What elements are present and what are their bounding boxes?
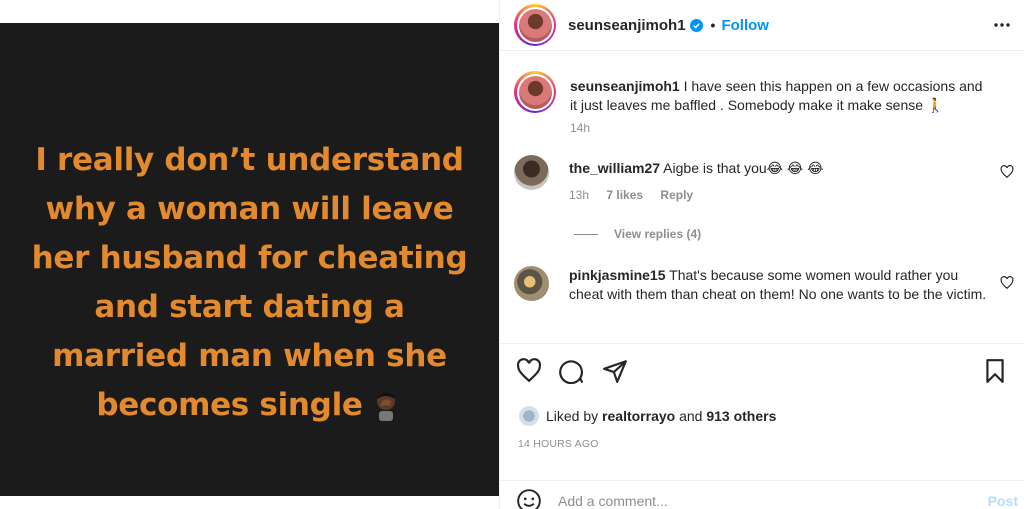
- comment-text: Aigbe is that you😂 😂 😂: [663, 160, 824, 176]
- comment-item: pinkjasmine15 That's because some women …: [514, 266, 1014, 304]
- comment-meta: 13h 7 likes Reply: [569, 186, 824, 205]
- caption-avatar[interactable]: [514, 71, 556, 113]
- post-quote: I really don’t understand why a woman wi…: [20, 136, 480, 430]
- quote-line: why a woman will leave: [45, 190, 454, 227]
- likes-and: and: [679, 408, 703, 424]
- emoji-smile-icon[interactable]: [516, 488, 542, 509]
- man-facepalming-icon: [376, 391, 395, 421]
- likes-prefix: Liked by: [546, 408, 599, 424]
- header-separator: •: [710, 17, 716, 33]
- comments-list[interactable]: seunseanjimoh1 I have seen this happen o…: [500, 51, 1024, 344]
- author-info: seunseanjimoh1 • Follow: [568, 17, 769, 34]
- add-comment-bar: Add a comment... Post: [500, 480, 1024, 509]
- liker-username[interactable]: realtorrayo: [602, 408, 675, 424]
- author-username[interactable]: seunseanjimoh1: [568, 17, 686, 34]
- quote-line: I really don’t understand: [35, 141, 464, 178]
- commenter-avatar[interactable]: [514, 266, 549, 301]
- share-paper-plane-icon[interactable]: [602, 358, 628, 384]
- post-image[interactable]: I really don’t understand why a woman wi…: [0, 0, 499, 509]
- view-replies-button[interactable]: View replies (4): [574, 227, 1010, 241]
- author-avatar[interactable]: [514, 4, 556, 46]
- comment-bubble-icon[interactable]: [558, 358, 584, 384]
- liker-avatar[interactable]: [518, 405, 540, 427]
- post-timestamp[interactable]: 14 HOURS AGO: [518, 438, 599, 450]
- like-heart-icon[interactable]: [516, 358, 542, 384]
- post-image-background: I really don’t understand why a woman wi…: [0, 23, 499, 496]
- quote-line: married man when she: [52, 337, 447, 374]
- view-replies-label: View replies (4): [614, 227, 702, 241]
- quote-line: becomes single: [96, 386, 363, 423]
- reply-button[interactable]: Reply: [660, 188, 693, 202]
- quote-line: and start dating a: [94, 288, 405, 325]
- caption: seunseanjimoh1 I have seen this happen o…: [514, 71, 1010, 138]
- caption-meta: 14h: [570, 119, 990, 138]
- quote-line: her husband for cheating: [31, 239, 468, 276]
- comment-time: 13h: [569, 188, 590, 202]
- comment-input[interactable]: Add a comment...: [558, 493, 988, 509]
- verified-badge-icon: [689, 18, 703, 32]
- comment-username[interactable]: pinkjasmine15: [569, 267, 666, 283]
- quote-last-line: becomes single: [20, 381, 480, 430]
- post-header: seunseanjimoh1 • Follow: [500, 0, 1024, 51]
- post-side-panel: seunseanjimoh1 • Follow seunseanjimoh1 I…: [499, 0, 1024, 509]
- post-comment-button[interactable]: Post: [988, 493, 1018, 509]
- comment-username[interactable]: the_william27: [569, 160, 660, 176]
- commenter-avatar[interactable]: [514, 155, 549, 190]
- likes-summary: Liked by realtorrayo and 913 others: [518, 405, 776, 427]
- likes-others[interactable]: 913 others: [706, 408, 776, 424]
- like-comment-heart-icon[interactable]: [1000, 165, 1014, 179]
- like-comment-heart-icon[interactable]: [1000, 276, 1014, 290]
- more-horizontal-icon[interactable]: [992, 15, 1012, 35]
- caption-time: 14h: [570, 121, 591, 135]
- action-bar: [516, 358, 1024, 388]
- comment-item: the_william27 Aigbe is that you😂 😂 😂 13h…: [514, 155, 1014, 205]
- follow-button[interactable]: Follow: [721, 17, 769, 34]
- caption-username[interactable]: seunseanjimoh1: [570, 78, 680, 94]
- comment-likes[interactable]: 7 likes: [606, 188, 643, 202]
- save-bookmark-icon[interactable]: [982, 358, 1008, 384]
